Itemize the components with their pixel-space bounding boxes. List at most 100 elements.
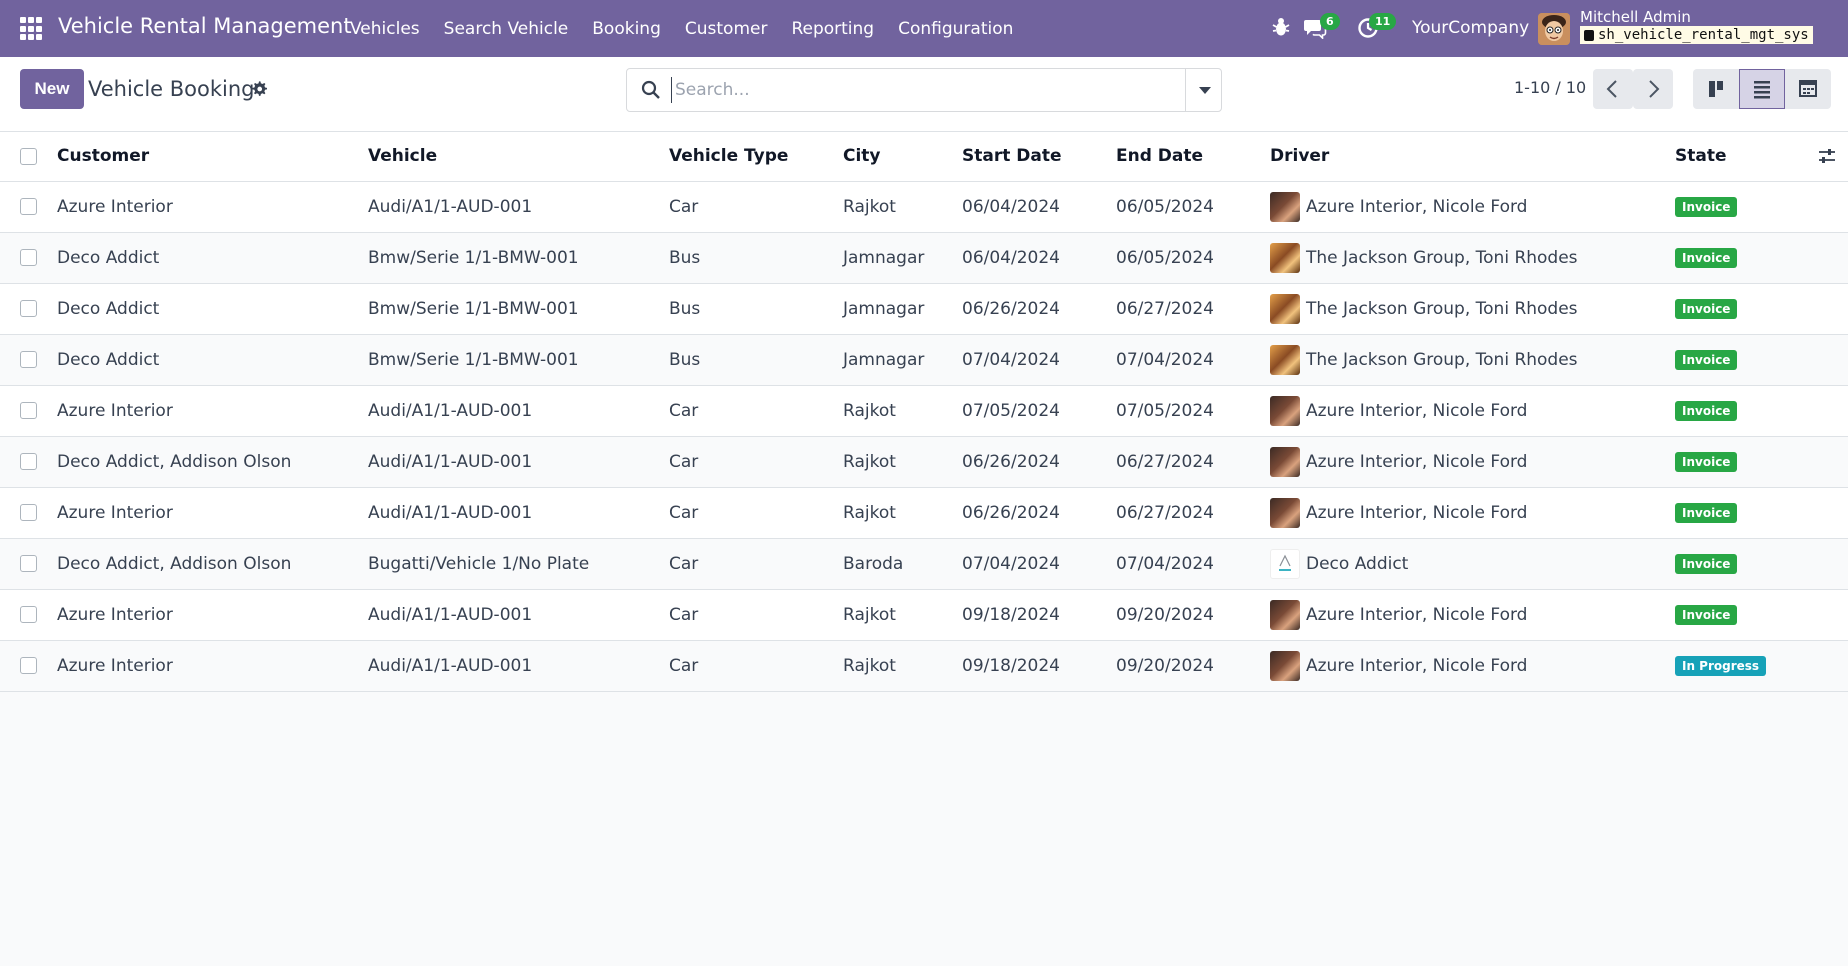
menu-search-vehicle[interactable]: Search Vehicle: [432, 19, 581, 39]
cell-end-date[interactable]: 06/27/2024: [1116, 283, 1270, 335]
page-title[interactable]: Vehicle Booking: [88, 77, 255, 101]
cell-customer[interactable]: Deco Addict: [57, 283, 368, 335]
search-options-caret-icon[interactable]: [1185, 69, 1221, 111]
cell-vehicle-type[interactable]: Car: [669, 538, 843, 590]
cell-city[interactable]: Rajkot: [843, 436, 962, 488]
cell-customer[interactable]: Azure Interior: [57, 385, 368, 437]
row-checkbox[interactable]: [20, 555, 37, 572]
kanban-view-button[interactable]: [1693, 69, 1739, 109]
calendar-view-button[interactable]: [1785, 69, 1831, 109]
cell-state[interactable]: Invoice: [1675, 538, 1848, 590]
pager-next-button[interactable]: [1633, 69, 1673, 109]
cell-driver[interactable]: Azure Interior, Nicole Ford: [1270, 385, 1675, 437]
cell-city[interactable]: Rajkot: [843, 589, 962, 641]
cell-state[interactable]: Invoice: [1675, 181, 1848, 233]
cell-driver[interactable]: Azure Interior, Nicole Ford: [1270, 436, 1675, 488]
cell-vehicle-type[interactable]: Bus: [669, 334, 843, 386]
cell-start-date[interactable]: 06/04/2024: [962, 181, 1116, 233]
cell-start-date[interactable]: 06/04/2024: [962, 232, 1116, 284]
cell-customer[interactable]: Deco Addict, Addison Olson: [57, 436, 368, 488]
table-row[interactable]: Azure Interior Audi/A1/1-AUD-001 Car Rajkot…: [0, 589, 1848, 641]
cell-driver[interactable]: The Jackson Group, Toni Rhodes: [1270, 334, 1675, 386]
pager-value[interactable]: 1-10 / 10: [1514, 78, 1586, 97]
table-row[interactable]: Azure Interior Audi/A1/1-AUD-001 Car Rajkot…: [0, 487, 1848, 539]
optional-columns-icon[interactable]: [1818, 147, 1836, 165]
cell-driver[interactable]: The Jackson Group, Toni Rhodes: [1270, 283, 1675, 335]
cell-vehicle[interactable]: Audi/A1/1-AUD-001: [368, 436, 669, 488]
new-button[interactable]: New: [20, 69, 84, 109]
cell-vehicle-type[interactable]: Bus: [669, 283, 843, 335]
column-header-state[interactable]: State: [1675, 146, 1727, 166]
cell-vehicle[interactable]: Audi/A1/1-AUD-001: [368, 181, 669, 233]
cell-vehicle[interactable]: Bugatti/Vehicle 1/No Plate: [368, 538, 669, 590]
cell-driver[interactable]: Azure Interior, Nicole Ford: [1270, 181, 1675, 233]
cell-end-date[interactable]: 06/05/2024: [1116, 232, 1270, 284]
cell-customer[interactable]: Deco Addict: [57, 334, 368, 386]
cell-city[interactable]: Jamnagar: [843, 334, 962, 386]
cell-start-date[interactable]: 06/26/2024: [962, 283, 1116, 335]
app-menu-icon[interactable]: [20, 17, 44, 41]
column-header-end-date[interactable]: End Date: [1116, 132, 1270, 182]
cell-start-date[interactable]: 07/04/2024: [962, 334, 1116, 386]
cell-vehicle[interactable]: Audi/A1/1-AUD-001: [368, 589, 669, 641]
cell-vehicle-type[interactable]: Car: [669, 385, 843, 437]
cell-vehicle[interactable]: Bmw/Serie 1/1-BMW-001: [368, 232, 669, 284]
cell-city[interactable]: Rajkot: [843, 487, 962, 539]
column-header-start-date[interactable]: Start Date: [962, 132, 1116, 182]
row-checkbox[interactable]: [20, 606, 37, 623]
cell-end-date[interactable]: 09/20/2024: [1116, 640, 1270, 692]
cell-driver[interactable]: Deco Addict: [1270, 538, 1675, 590]
menu-reporting[interactable]: Reporting: [779, 19, 886, 39]
table-row[interactable]: Deco Addict, Addison Olson Audi/A1/1-AUD-…: [0, 436, 1848, 488]
cell-start-date[interactable]: 07/04/2024: [962, 538, 1116, 590]
cell-state[interactable]: Invoice: [1675, 436, 1848, 488]
list-view-button[interactable]: [1739, 69, 1785, 109]
menu-vehicles[interactable]: Vehicles: [338, 19, 432, 39]
cell-city[interactable]: Jamnagar: [843, 283, 962, 335]
gear-icon[interactable]: [250, 80, 268, 98]
cell-customer[interactable]: Azure Interior: [57, 487, 368, 539]
cell-vehicle[interactable]: Bmw/Serie 1/1-BMW-001: [368, 334, 669, 386]
table-row[interactable]: Deco Addict Bmw/Serie 1/1-BMW-001 Bus Jamna…: [0, 283, 1848, 335]
column-header-city[interactable]: City: [843, 132, 962, 182]
cell-vehicle-type[interactable]: Car: [669, 487, 843, 539]
cell-end-date[interactable]: 06/27/2024: [1116, 436, 1270, 488]
menu-customer[interactable]: Customer: [673, 19, 780, 39]
row-checkbox[interactable]: [20, 657, 37, 674]
cell-vehicle-type[interactable]: Car: [669, 181, 843, 233]
row-checkbox[interactable]: [20, 402, 37, 419]
column-header-customer[interactable]: Customer: [57, 132, 368, 182]
cell-end-date[interactable]: 06/27/2024: [1116, 487, 1270, 539]
cell-customer[interactable]: Azure Interior: [57, 640, 368, 692]
table-row[interactable]: Deco Addict Bmw/Serie 1/1-BMW-001 Bus Jamna…: [0, 232, 1848, 284]
cell-end-date[interactable]: 09/20/2024: [1116, 589, 1270, 641]
cell-end-date[interactable]: 07/04/2024: [1116, 538, 1270, 590]
cell-city[interactable]: Baroda: [843, 538, 962, 590]
debug-bug-icon[interactable]: [1271, 16, 1291, 38]
select-all-checkbox[interactable]: [20, 147, 37, 165]
cell-vehicle-type[interactable]: Car: [669, 640, 843, 692]
cell-vehicle[interactable]: Audi/A1/1-AUD-001: [368, 640, 669, 692]
company-switcher[interactable]: YourCompany: [1412, 18, 1529, 38]
search-input[interactable]: [671, 77, 1151, 103]
cell-city[interactable]: Rajkot: [843, 181, 962, 233]
cell-customer[interactable]: Deco Addict: [57, 232, 368, 284]
cell-vehicle[interactable]: Audi/A1/1-AUD-001: [368, 487, 669, 539]
cell-vehicle-type[interactable]: Car: [669, 436, 843, 488]
table-row[interactable]: Deco Addict, Addison Olson Bugatti/Vehicl…: [0, 538, 1848, 590]
table-row[interactable]: Azure Interior Audi/A1/1-AUD-001 Car Rajkot…: [0, 640, 1848, 692]
cell-city[interactable]: Rajkot: [843, 385, 962, 437]
row-checkbox[interactable]: [20, 249, 37, 266]
cell-state[interactable]: In Progress: [1675, 640, 1848, 692]
cell-driver[interactable]: Azure Interior, Nicole Ford: [1270, 640, 1675, 692]
cell-customer[interactable]: Deco Addict, Addison Olson: [57, 538, 368, 590]
cell-start-date[interactable]: 06/26/2024: [962, 487, 1116, 539]
cell-end-date[interactable]: 07/04/2024: [1116, 334, 1270, 386]
app-title[interactable]: Vehicle Rental Management: [58, 14, 352, 38]
menu-configuration[interactable]: Configuration: [886, 19, 1025, 39]
cell-end-date[interactable]: 07/05/2024: [1116, 385, 1270, 437]
row-checkbox[interactable]: [20, 198, 37, 215]
cell-driver[interactable]: Azure Interior, Nicole Ford: [1270, 589, 1675, 641]
column-header-vehicle-type[interactable]: Vehicle Type: [669, 132, 843, 182]
cell-vehicle-type[interactable]: Car: [669, 589, 843, 641]
